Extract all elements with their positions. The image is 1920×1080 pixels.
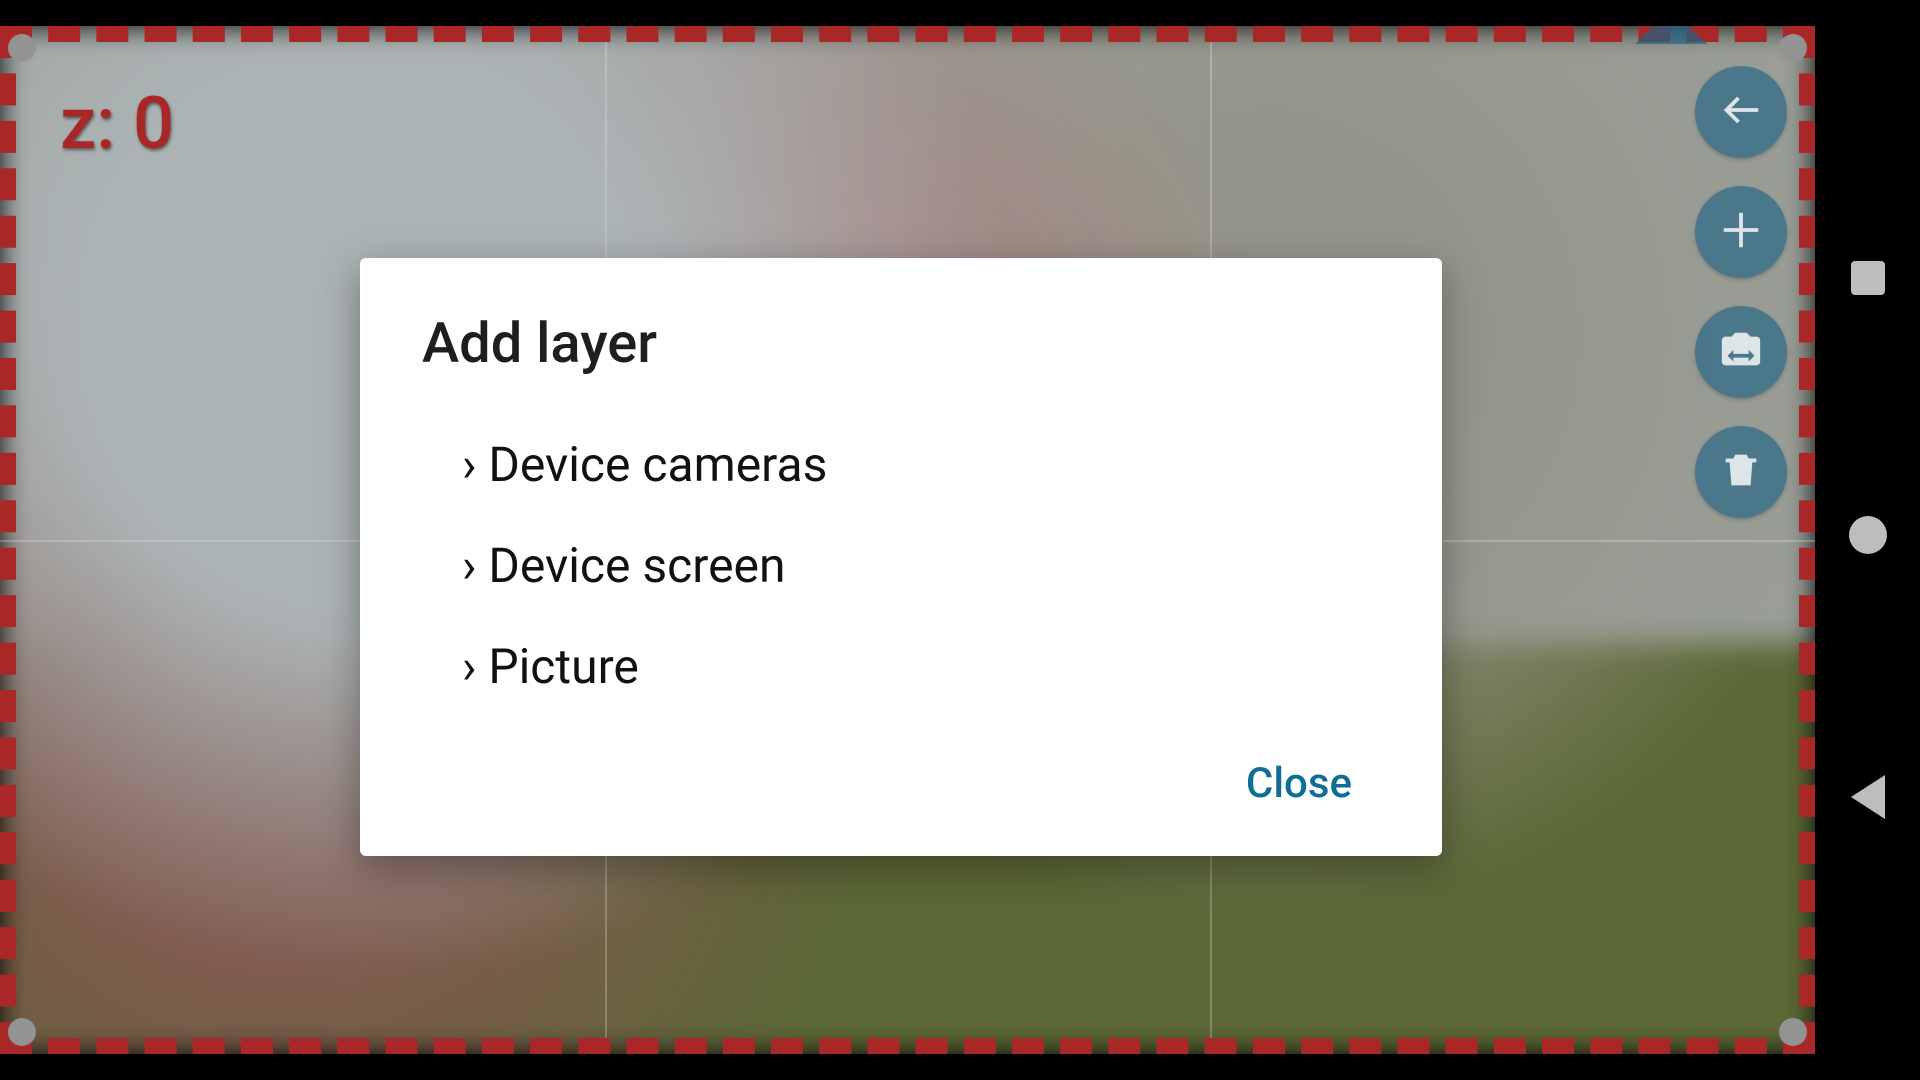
canvas-wrap: z: 0	[0, 0, 1815, 1080]
android-navbar	[1815, 0, 1920, 1080]
option-picture[interactable]: Picture	[422, 616, 1380, 717]
letterbox-top	[0, 0, 1815, 26]
dialog-options: Device cameras Device screen Picture	[422, 414, 1380, 717]
dialog-actions: Close	[422, 747, 1380, 820]
editor-viewport[interactable]: z: 0	[0, 26, 1815, 1054]
option-device-screen[interactable]: Device screen	[422, 515, 1380, 616]
nav-home-button[interactable]	[1849, 516, 1887, 554]
letterbox-bottom	[0, 1054, 1815, 1080]
add-layer-dialog: Add layer Device cameras Device screen P…	[360, 258, 1442, 856]
nav-back-button[interactable]	[1851, 775, 1885, 819]
close-button[interactable]: Close	[1218, 747, 1380, 820]
app-stage: z: 0	[0, 0, 1920, 1080]
option-device-cameras[interactable]: Device cameras	[422, 414, 1380, 515]
dialog-title: Add layer	[422, 310, 1380, 376]
nav-recent-button[interactable]	[1851, 261, 1885, 295]
